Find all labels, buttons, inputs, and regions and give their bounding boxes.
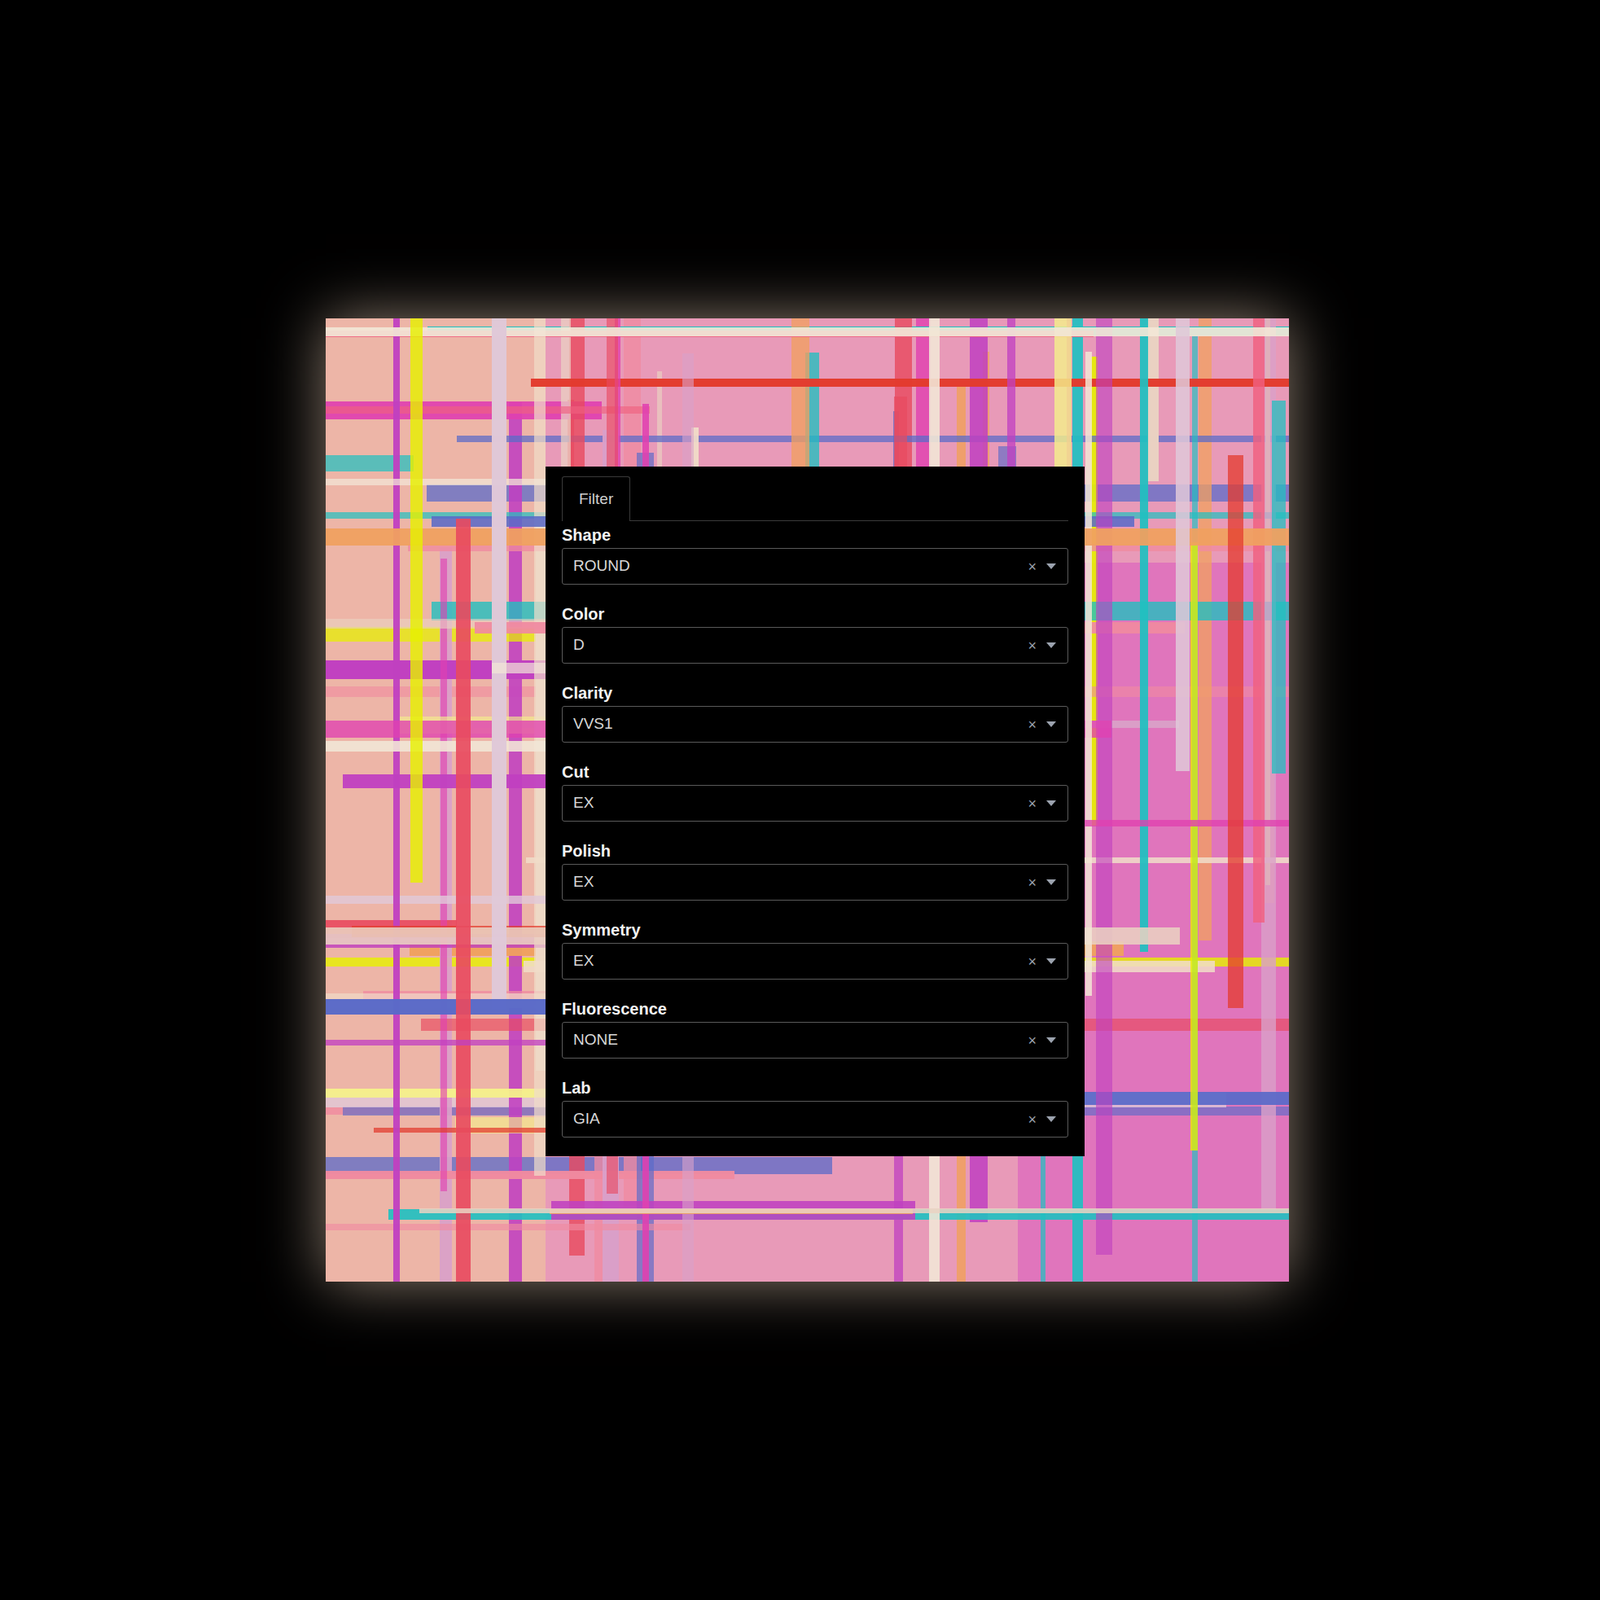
art-stripe [1271, 400, 1286, 774]
select-box[interactable]: EX× [561, 863, 1069, 901]
art-stripe [1190, 542, 1198, 1151]
filter-field: ShapeROUND× [561, 525, 1069, 585]
field-label: Lab [561, 1078, 1069, 1098]
tab-bar: Filter [561, 476, 1069, 522]
filter-field: ClarityVVS1× [561, 683, 1069, 743]
caret-down-icon [1046, 879, 1057, 886]
select-box[interactable]: NONE× [561, 1021, 1069, 1059]
filter-panel: FilterShapeROUND×ColorD×ClarityVVS1×CutE… [545, 466, 1085, 1157]
clear-button[interactable]: × [1027, 559, 1037, 575]
field-label: Fluorescence [561, 999, 1069, 1019]
field-label: Shape [561, 525, 1069, 545]
art-stripe [1198, 318, 1212, 941]
select-value: D [573, 633, 1028, 658]
page: FilterShapeROUND×ColorD×ClarityVVS1×CutE… [0, 0, 1600, 1600]
select-value: EX [573, 870, 1028, 895]
caret-down-icon [1046, 958, 1057, 965]
clear-button[interactable]: × [1027, 1033, 1037, 1048]
select-value: ROUND [573, 554, 1028, 579]
select-box[interactable]: ROUND× [561, 547, 1069, 585]
filter-field: LabGIA× [561, 1078, 1069, 1138]
select-box[interactable]: EX× [561, 784, 1069, 822]
clear-button[interactable]: × [1027, 1112, 1037, 1127]
art-stripe [410, 318, 423, 883]
field-label: Cut [561, 762, 1069, 782]
art-stripe [1175, 318, 1190, 772]
art-stripe [530, 378, 1289, 387]
caret-down-icon [1046, 1037, 1057, 1044]
select-value: GIA [573, 1107, 1028, 1131]
filter-field: PolishEX× [561, 841, 1069, 901]
art-stripe [440, 558, 448, 1192]
filter-field: CutEX× [561, 762, 1069, 822]
caret-down-icon [1046, 800, 1057, 807]
art-stripe [325, 406, 650, 414]
clear-button[interactable]: × [1027, 954, 1037, 969]
art-stripe [1147, 318, 1159, 482]
clear-button[interactable]: × [1027, 796, 1037, 811]
field-label: Polish [561, 841, 1069, 861]
field-label: Symmetry [561, 920, 1069, 940]
select-value: VVS1 [573, 712, 1028, 737]
select-value: EX [573, 949, 1028, 974]
artwork-frame: FilterShapeROUND×ColorD×ClarityVVS1×CutE… [325, 318, 1289, 1282]
filter-field: ColorD× [561, 604, 1069, 664]
art-stripe [325, 895, 572, 904]
select-box[interactable]: VVS1× [561, 705, 1069, 743]
art-stripe [325, 1223, 691, 1231]
art-stripe [393, 318, 400, 1282]
tab[interactable]: Filter [561, 476, 631, 522]
field-label: Color [561, 604, 1069, 624]
art-stripe [1227, 455, 1244, 1009]
select-box[interactable]: D× [561, 626, 1069, 664]
art-stripe [325, 1170, 735, 1180]
filter-field: SymmetryEX× [561, 920, 1069, 980]
art-stripe [1253, 318, 1265, 923]
clear-button[interactable]: × [1027, 717, 1037, 733]
art-stripe [419, 1208, 1289, 1214]
art-stripe [325, 455, 414, 472]
select-value: NONE [573, 1028, 1028, 1053]
caret-down-icon [1046, 642, 1057, 649]
art-stripe [1085, 351, 1092, 996]
caret-down-icon [1046, 563, 1057, 570]
caret-down-icon [1046, 1116, 1057, 1123]
select-box[interactable]: GIA× [561, 1100, 1069, 1138]
art-stripe [1139, 318, 1149, 952]
filter-fields: ShapeROUND×ColorD×ClarityVVS1×CutEX×Poli… [561, 525, 1069, 1138]
art-stripe [325, 327, 1289, 337]
select-value: EX [573, 791, 1028, 816]
filter-field: FluorescenceNONE× [561, 999, 1069, 1059]
clear-button[interactable]: × [1027, 875, 1037, 890]
caret-down-icon [1046, 721, 1057, 728]
art-stripe [1095, 318, 1113, 1255]
select-box[interactable]: EX× [561, 942, 1069, 980]
art-stripe [455, 518, 471, 1282]
clear-button[interactable]: × [1027, 638, 1037, 654]
field-label: Clarity [561, 683, 1069, 703]
